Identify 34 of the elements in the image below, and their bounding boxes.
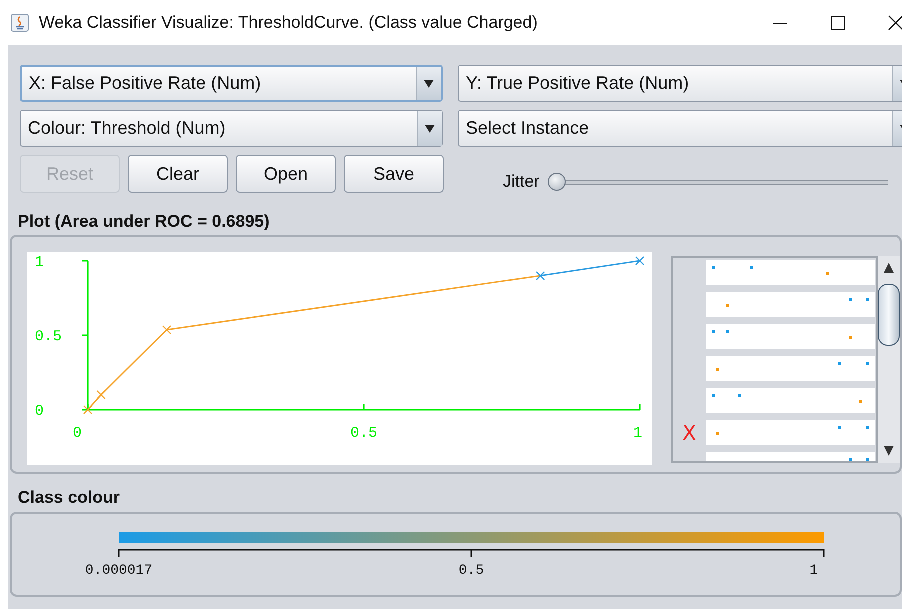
point-marker bbox=[83, 405, 93, 415]
scroll-thumb[interactable] bbox=[878, 284, 900, 346]
app-icon bbox=[11, 14, 29, 32]
scrollbar[interactable] bbox=[878, 256, 900, 463]
slider-thumb[interactable] bbox=[548, 173, 566, 191]
y-tick-label: 0.5 bbox=[35, 328, 62, 346]
point-marker bbox=[635, 256, 645, 266]
close-icon[interactable] bbox=[888, 14, 902, 30]
scale-label: 1 bbox=[810, 563, 818, 579]
y-tick-label: 0 bbox=[35, 403, 44, 420]
x-tick-label: 1 bbox=[634, 425, 642, 442]
plot-title: Plot (Area under ROC = 0.6895) bbox=[18, 212, 271, 233]
x-tick-label: 0.5 bbox=[350, 425, 378, 442]
button[interactable]: Open bbox=[236, 155, 336, 193]
button[interactable]: Save bbox=[344, 155, 444, 193]
dropdown-arrow-icon bbox=[424, 80, 434, 88]
window-title: Weka Classifier Visualize: ThresholdCurve. (Class value Charged) bbox=[39, 12, 538, 32]
maximize-icon[interactable] bbox=[830, 14, 846, 30]
point-marker bbox=[536, 271, 546, 280]
dropdown[interactable]: Select Instance bbox=[458, 110, 902, 147]
scale-label: 0.5 bbox=[458, 563, 484, 579]
point-marker bbox=[96, 390, 106, 400]
y-tick-label: 1 bbox=[35, 254, 44, 271]
jitter-label: Jitter bbox=[503, 172, 540, 192]
button[interactable]: Clear bbox=[128, 155, 228, 193]
scale-label: 0.000017 bbox=[85, 563, 153, 579]
legend-title: Class colour bbox=[18, 488, 122, 509]
dropdown[interactable]: Y: True Positive Rate (Num) bbox=[458, 65, 902, 102]
x-tick-label: 0 bbox=[72, 425, 82, 442]
dropdown[interactable]: Colour: Threshold (Num) bbox=[20, 110, 443, 147]
point-marker bbox=[162, 325, 172, 335]
dropdown-arrow-icon bbox=[425, 124, 435, 132]
dropdown[interactable]: X: False Positive Rate (Num) bbox=[20, 65, 443, 102]
axis-marker: X bbox=[682, 420, 698, 444]
